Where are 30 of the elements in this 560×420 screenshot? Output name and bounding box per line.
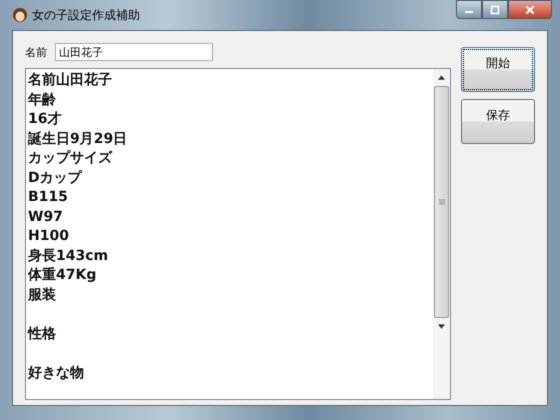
text-line: W97 [28, 208, 63, 226]
text-line: B115 [28, 188, 68, 207]
text-line: Dカップ [28, 168, 82, 188]
text-line: 年齢 [28, 90, 56, 110]
maximize-icon [490, 4, 500, 14]
window-title: 女の子設定作成補助 [32, 6, 141, 24]
name-label: 名前 [25, 44, 47, 60]
name-input-field[interactable]: 山田花子 [55, 43, 213, 61]
text-line: カップサイズ [28, 149, 112, 168]
text-line: 好きな物 [28, 364, 84, 382]
scroll-thumb[interactable] [434, 86, 449, 318]
text-line: 体重47Kg [28, 266, 96, 285]
close-button[interactable] [508, 0, 552, 19]
start-button[interactable]: 開始 [461, 47, 535, 92]
minimize-button[interactable] [456, 0, 482, 19]
maximize-button[interactable] [482, 0, 508, 19]
text-line: 16才 [28, 110, 62, 129]
minimize-icon [465, 11, 473, 13]
scroll-down-icon[interactable] [438, 324, 445, 329]
text-line: 身長143cm [28, 246, 108, 266]
text-line: H100 [28, 227, 69, 246]
text-line: 服装 [28, 286, 56, 304]
text-line: 性格 [28, 324, 56, 344]
save-button[interactable]: 保存 [461, 99, 535, 144]
text-line: 名前山田花子 [28, 71, 112, 90]
scroll-up-icon[interactable] [438, 75, 445, 80]
scroll-bar[interactable] [433, 69, 450, 399]
close-icon [525, 4, 535, 14]
text-line: 誕生日9月29日 [28, 130, 128, 148]
girl-head-icon [12, 7, 28, 23]
